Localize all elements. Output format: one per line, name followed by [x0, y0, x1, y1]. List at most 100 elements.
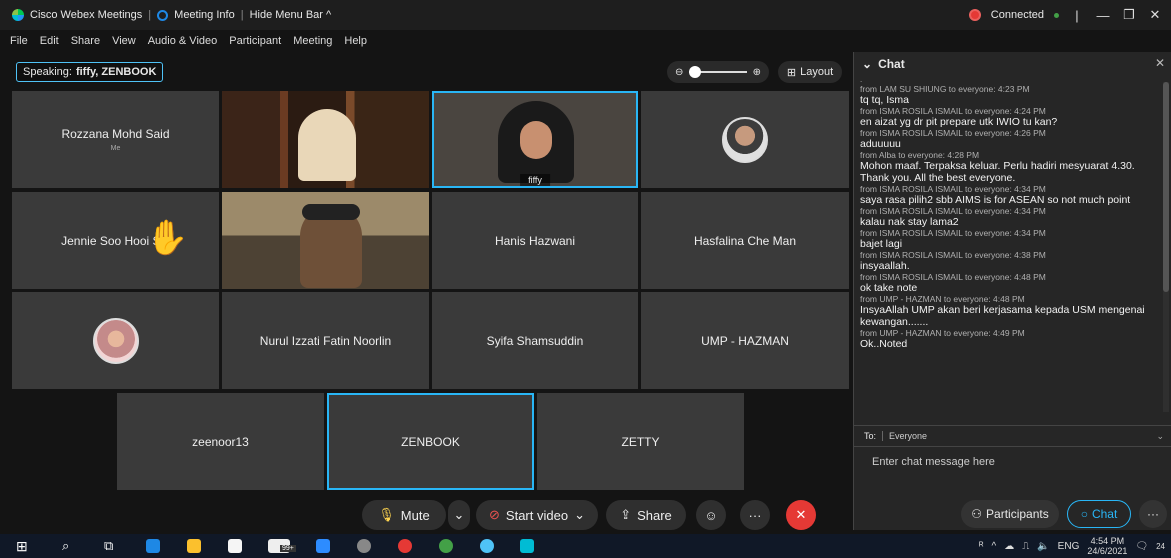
zoom-out-icon[interactable]: ⊖: [675, 67, 683, 78]
participant-tile-avatar-woman[interactable]: [12, 292, 219, 389]
speaking-names: fiffy, ZENBOOK: [75, 66, 157, 78]
zoom-icon[interactable]: [316, 539, 330, 553]
zoom-track[interactable]: [689, 66, 747, 78]
participant-tile-zeenoor[interactable]: zeenoor13: [117, 393, 324, 490]
chat-button[interactable]: ○ Chat: [1067, 500, 1131, 528]
participant-tile-zenbook[interactable]: ZENBOOK: [327, 393, 534, 490]
participant-tile-syifa[interactable]: Syifa Shamsuddin: [432, 292, 638, 389]
search-icon[interactable]: ⌕: [62, 538, 69, 554]
raise-hand-icon: ✋: [146, 219, 189, 257]
chat-message: InsyaAllah UMP akan beri kerjasama kepad…: [860, 304, 1145, 328]
mute-button[interactable]: 🎙 Mute: [362, 500, 446, 530]
participant-tile-hasfalina[interactable]: Hasfalina Che Man: [641, 192, 849, 289]
chat-message: Mohon maaf. Terpaksa keluar. Perlu hadir…: [860, 160, 1135, 184]
chevron-down-icon: ⌄: [574, 507, 585, 522]
start-video-label: Start video: [505, 507, 569, 523]
more-panels-button[interactable]: ···: [1139, 500, 1167, 528]
minimize-icon[interactable]: —: [1095, 8, 1111, 23]
chat-sender: from ISMA ROSILA ISMAIL to everyone: 4:2…: [860, 128, 1046, 138]
scrollbar-thumb[interactable]: [1163, 82, 1169, 292]
leave-meeting-button[interactable]: ✕: [786, 500, 816, 530]
participant-tile-rozzana[interactable]: Rozzana Mohd Said Me: [12, 91, 219, 188]
volume-icon[interactable]: 🔈: [1037, 541, 1049, 552]
whatsapp-icon[interactable]: [439, 539, 453, 553]
chat-title: Chat: [878, 57, 905, 71]
chat-sender: from ISMA ROSILA ISMAIL to everyone: 4:2…: [860, 106, 1046, 116]
participant-tile-nurul[interactable]: Nurul Izzati Fatin Noorlin: [222, 292, 429, 389]
ellipsis: .: [860, 76, 863, 84]
chat-log: . from LAM SU SHIUNG to everyone: 4:23 P…: [860, 76, 1162, 414]
share-icon: ⇪: [620, 507, 632, 522]
participant-tile-jennie[interactable]: Jennie Soo Hooi Sin ✋: [12, 192, 219, 289]
chat-input[interactable]: Enter chat message here: [872, 456, 995, 468]
notifications-count: 24: [1156, 541, 1165, 551]
participant-video-man[interactable]: [222, 192, 429, 289]
more-options-button[interactable]: ···: [740, 500, 770, 530]
participants-button[interactable]: ⚇ Participants: [961, 500, 1059, 528]
participant-tile-hanis[interactable]: Hanis Hazwani: [432, 192, 638, 289]
cloud-icon[interactable]: ☁: [1004, 541, 1014, 552]
task-view-icon[interactable]: ⧉: [104, 538, 113, 554]
audio-options-button[interactable]: ⌄: [448, 500, 470, 530]
menu-share[interactable]: Share: [71, 35, 100, 47]
clock[interactable]: 4:54 PM 24/6/2021: [1087, 536, 1127, 556]
chevron-down-icon[interactable]: ⌄: [1156, 431, 1164, 442]
chat-recipient-select[interactable]: To: Everyone ⌄: [854, 425, 1171, 447]
layout-button[interactable]: ⊞ Layout: [778, 61, 842, 83]
zoom-in-icon[interactable]: ⊕: [753, 67, 761, 78]
webex-taskbar-icon[interactable]: [520, 539, 534, 553]
store-icon[interactable]: [228, 539, 242, 553]
close-icon[interactable]: ✕: [1155, 56, 1165, 70]
participant-tile-avatar-man[interactable]: [641, 91, 849, 188]
network-icon[interactable]: ⎍: [1022, 541, 1029, 552]
connection-status-label[interactable]: Connected: [991, 9, 1044, 21]
participant-name: ZENBOOK: [401, 434, 460, 449]
video-zoom-slider[interactable]: ⊖ ⊕: [667, 61, 769, 83]
reactions-button[interactable]: ☺: [696, 500, 726, 530]
grid-icon: ⊞: [786, 66, 797, 79]
chat-scrollbar[interactable]: [1163, 82, 1169, 412]
participant-tile-zetty[interactable]: ZETTY: [537, 393, 744, 490]
connected-dot-icon: [1054, 12, 1059, 18]
start-video-button[interactable]: ⊘ Start video ⌄: [476, 500, 598, 530]
chat-sender: from UMP - HAZMAN to everyone: 4:49 PM: [860, 328, 1025, 338]
to-value[interactable]: Everyone: [882, 431, 927, 441]
chat-sender: from ISMA ROSILA ISMAIL to everyone: 4:3…: [860, 228, 1046, 238]
hide-menu-bar-link[interactable]: Hide Menu Bar ^: [250, 9, 332, 21]
windows-start-icon[interactable]: ⊞: [16, 538, 28, 555]
people-icon[interactable]: ᴿ: [979, 541, 984, 552]
participant-tile-ump-hazman[interactable]: UMP - HAZMAN: [641, 292, 849, 389]
chrome-icon[interactable]: [398, 539, 412, 553]
menu-file[interactable]: File: [10, 35, 28, 47]
telegram-icon[interactable]: [480, 539, 494, 553]
meeting-info-link[interactable]: Meeting Info: [174, 9, 235, 21]
close-icon[interactable]: ✕: [1147, 7, 1163, 23]
notifications-icon[interactable]: 🗨: [1135, 541, 1148, 552]
chevron-up-icon[interactable]: ^: [992, 541, 997, 552]
zoom-knob[interactable]: [689, 66, 702, 78]
language-indicator[interactable]: ENG: [1058, 541, 1080, 552]
participant-tile-fiffy[interactable]: fiffy: [432, 91, 638, 188]
menu-meeting[interactable]: Meeting: [293, 35, 332, 47]
file-explorer-icon[interactable]: [187, 539, 201, 553]
participant-video-bookshelf[interactable]: [222, 91, 429, 188]
meeting-info-icon[interactable]: [157, 9, 169, 21]
edge-icon[interactable]: [146, 539, 160, 553]
menu-audio-video[interactable]: Audio & Video: [148, 35, 218, 47]
share-button[interactable]: ⇪ Share: [606, 500, 686, 530]
menu-view[interactable]: View: [112, 35, 136, 47]
browser-icon[interactable]: [357, 539, 371, 553]
participants-label: Participants: [986, 507, 1049, 521]
participant-name: Nurul Izzati Fatin Noorlin: [259, 333, 392, 348]
restore-icon[interactable]: ❐: [1121, 7, 1137, 23]
menu-edit[interactable]: Edit: [40, 35, 59, 47]
menu-participant[interactable]: Participant: [229, 35, 281, 47]
chevron-down-icon[interactable]: ⌄: [862, 57, 872, 71]
connection-status-icon[interactable]: [968, 9, 981, 21]
more-label: ···: [1147, 507, 1159, 521]
participant-name: Syifa Shamsuddin: [486, 333, 584, 348]
chat-label: Chat: [1091, 507, 1118, 521]
title-bar: Cisco Webex Meetings | Meeting Info | Hi…: [0, 0, 1171, 30]
menu-help[interactable]: Help: [344, 35, 367, 47]
video-off-icon: ⊘: [489, 507, 500, 522]
